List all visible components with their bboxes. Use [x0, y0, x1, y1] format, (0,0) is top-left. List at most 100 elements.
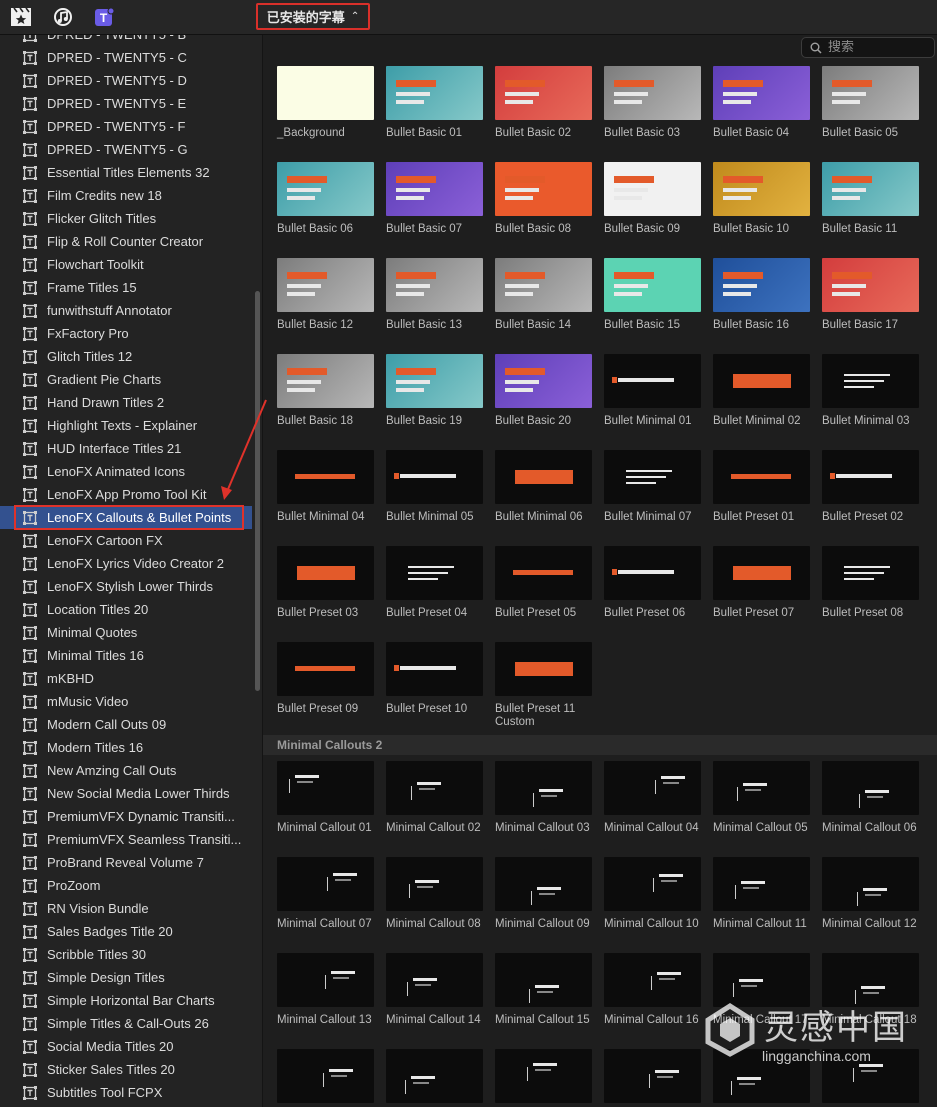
title-thumbnail[interactable]: [386, 354, 483, 408]
title-thumbnail[interactable]: [277, 953, 374, 1007]
sidebar-item[interactable]: Minimal Titles 16: [0, 644, 252, 667]
title-thumbnail[interactable]: [386, 162, 483, 216]
title-thumbnail[interactable]: [495, 642, 592, 696]
title-thumbnail[interactable]: [713, 354, 810, 408]
title-tile[interactable]: [604, 1049, 702, 1107]
sidebar-item[interactable]: Location Titles 20: [0, 598, 252, 621]
sidebar-item[interactable]: RN Vision Bundle: [0, 897, 252, 920]
title-thumbnail[interactable]: [495, 761, 592, 815]
title-tile[interactable]: [822, 1049, 920, 1107]
title-tile[interactable]: Minimal Callout 04: [604, 761, 702, 835]
sidebar-item[interactable]: ProBrand Reveal Volume 7: [0, 851, 252, 874]
title-tile[interactable]: Bullet Basic 15: [604, 258, 702, 332]
title-thumbnail[interactable]: [277, 354, 374, 408]
sidebar-item[interactable]: Film Credits new 18: [0, 184, 252, 207]
title-tile[interactable]: Bullet Basic 20: [495, 354, 593, 428]
title-tile[interactable]: Bullet Basic 02: [495, 66, 593, 140]
title-tile[interactable]: Bullet Basic 19: [386, 354, 484, 428]
title-tile[interactable]: [495, 1049, 593, 1107]
sidebar-item[interactable]: ProZoom: [0, 874, 252, 897]
title-tile[interactable]: Minimal Callout 01: [277, 761, 375, 835]
clapperboard-star-icon[interactable]: [10, 7, 32, 27]
title-tile[interactable]: Bullet Basic 11: [822, 162, 920, 236]
title-tile[interactable]: Minimal Callout 06: [822, 761, 920, 835]
title-tile[interactable]: Bullet Minimal 02: [713, 354, 811, 428]
sidebar-item[interactable]: Sales Badges Title 20: [0, 920, 252, 943]
sidebar-item[interactable]: Gradient Pie Charts: [0, 368, 252, 391]
title-thumbnail[interactable]: [713, 162, 810, 216]
title-thumbnail[interactable]: [386, 66, 483, 120]
title-tile[interactable]: Bullet Basic 09: [604, 162, 702, 236]
title-tile[interactable]: Bullet Preset 09: [277, 642, 375, 716]
title-tile[interactable]: Minimal Callout 16: [604, 953, 702, 1027]
title-thumbnail[interactable]: [386, 450, 483, 504]
title-thumbnail[interactable]: [386, 953, 483, 1007]
title-tile[interactable]: Minimal Callout 11: [713, 857, 811, 931]
title-tile[interactable]: Bullet Basic 04: [713, 66, 811, 140]
title-tile[interactable]: Bullet Preset 07: [713, 546, 811, 620]
title-thumbnail[interactable]: [386, 258, 483, 312]
title-thumbnail[interactable]: [713, 761, 810, 815]
title-thumbnail[interactable]: [277, 450, 374, 504]
sidebar-item[interactable]: DPRED - TWENTY5 - F: [0, 115, 252, 138]
title-thumbnail[interactable]: [713, 1049, 810, 1103]
sidebar-item[interactable]: New Social Media Lower Thirds: [0, 782, 252, 805]
title-thumbnail[interactable]: [604, 761, 701, 815]
title-thumbnail[interactable]: [277, 642, 374, 696]
title-thumbnail[interactable]: [604, 450, 701, 504]
title-thumbnail[interactable]: [277, 1049, 374, 1103]
title-tile[interactable]: Bullet Preset 01: [713, 450, 811, 524]
title-thumbnail[interactable]: [277, 857, 374, 911]
title-tile[interactable]: Bullet Minimal 04: [277, 450, 375, 524]
title-thumbnail[interactable]: [604, 354, 701, 408]
titles-generators-icon[interactable]: T: [94, 7, 116, 27]
sidebar-item[interactable]: Simple Design Titles: [0, 966, 252, 989]
title-thumbnail[interactable]: [386, 546, 483, 600]
sidebar-item[interactable]: Sticker Sales Titles 20: [0, 1058, 252, 1081]
title-tile[interactable]: Bullet Preset 03: [277, 546, 375, 620]
sidebar-item[interactable]: DPRED - TWENTY5 - C: [0, 46, 252, 69]
sidebar-item[interactable]: LenoFX Stylish Lower Thirds: [0, 575, 252, 598]
title-thumbnail[interactable]: [822, 857, 919, 911]
title-thumbnail[interactable]: [822, 66, 919, 120]
sidebar-item[interactable]: Modern Call Outs 09: [0, 713, 252, 736]
title-tile[interactable]: Bullet Basic 01: [386, 66, 484, 140]
sidebar-item[interactable]: Flicker Glitch Titles: [0, 207, 252, 230]
title-tile[interactable]: Bullet Preset 10: [386, 642, 484, 716]
sidebar-item[interactable]: FxFactory Pro: [0, 322, 252, 345]
title-thumbnail[interactable]: [495, 162, 592, 216]
title-thumbnail[interactable]: [277, 761, 374, 815]
sidebar-item[interactable]: funwithstuff Annotator: [0, 299, 252, 322]
title-thumbnail[interactable]: [495, 450, 592, 504]
sidebar-item[interactable]: mKBHD: [0, 667, 252, 690]
title-tile[interactable]: Bullet Minimal 05: [386, 450, 484, 524]
title-tile[interactable]: Bullet Minimal 07: [604, 450, 702, 524]
title-thumbnail[interactable]: [495, 953, 592, 1007]
title-thumbnail[interactable]: [713, 546, 810, 600]
title-thumbnail[interactable]: [713, 450, 810, 504]
sidebar-item[interactable]: New Amzing Call Outs: [0, 759, 252, 782]
title-thumbnail[interactable]: [822, 546, 919, 600]
search-input[interactable]: [828, 40, 928, 55]
title-tile[interactable]: Bullet Minimal 01: [604, 354, 702, 428]
sidebar-item[interactable]: Minimal Quotes: [0, 621, 252, 644]
title-tile[interactable]: Bullet Basic 06: [277, 162, 375, 236]
title-tile[interactable]: Minimal Callout 13: [277, 953, 375, 1027]
title-tile[interactable]: [277, 1049, 375, 1107]
title-tile[interactable]: Minimal Callout 07: [277, 857, 375, 931]
title-thumbnail[interactable]: [822, 354, 919, 408]
sidebar-item[interactable]: Modern Titles 16: [0, 736, 252, 759]
title-thumbnail[interactable]: [822, 162, 919, 216]
sidebar-item[interactable]: Simple Titles & Call-Outs 26: [0, 1012, 252, 1035]
sidebar-item[interactable]: DPRED - TWENTY5 - G: [0, 138, 252, 161]
sidebar-item[interactable]: PremiumVFX Seamless Transiti...: [0, 828, 252, 851]
title-thumbnail[interactable]: [604, 1049, 701, 1103]
title-tile[interactable]: Minimal Callout 08: [386, 857, 484, 931]
title-tile[interactable]: Minimal Callout 17: [713, 953, 811, 1027]
title-tile[interactable]: Bullet Minimal 06: [495, 450, 593, 524]
title-thumbnail[interactable]: [386, 761, 483, 815]
title-thumbnail[interactable]: [822, 761, 919, 815]
sidebar-item[interactable]: LenoFX Cartoon FX: [0, 529, 252, 552]
music-photo-icon[interactable]: [52, 7, 74, 27]
title-thumbnail[interactable]: [822, 258, 919, 312]
